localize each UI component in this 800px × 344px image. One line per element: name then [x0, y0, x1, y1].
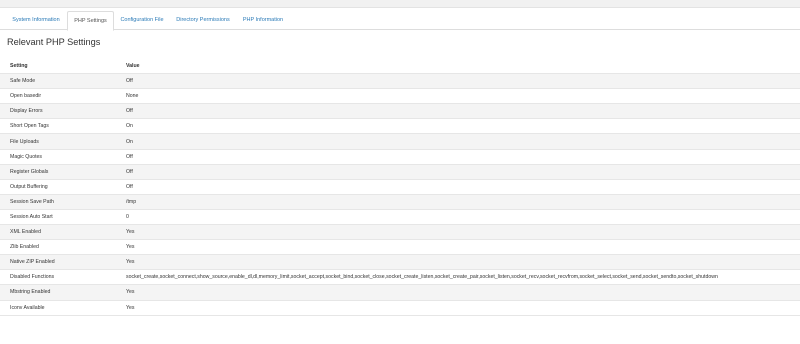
setting-value: On — [126, 133, 800, 150]
tab-php-settings[interactable]: PHP Settings — [67, 11, 114, 31]
setting-value: Off — [126, 163, 800, 180]
table-row: Open basedir None — [0, 88, 800, 104]
setting-value: Yes — [126, 239, 800, 255]
tab-bar: System Information PHP Settings Configur… — [0, 11, 800, 31]
setting-value: /tmp — [126, 193, 800, 210]
column-header-value: Value — [126, 63, 140, 70]
setting-value: Yes — [126, 284, 800, 300]
setting-value: Off — [126, 73, 800, 89]
setting-value: Off — [126, 103, 800, 119]
table-row: Disabled Functions socket_create,socket_… — [0, 269, 800, 285]
setting-value: socket_create,socket_connect,show_source… — [126, 269, 800, 285]
table-row: Magic Quotes Off — [0, 148, 800, 165]
table-row: Output Buffering Off — [0, 178, 800, 195]
page-title: Relevant PHP Settings — [7, 37, 101, 47]
tab-php-information[interactable]: PHP Information — [238, 11, 288, 29]
tab-configuration-file[interactable]: Configuration File — [116, 11, 168, 29]
setting-value: Yes — [126, 254, 800, 270]
table-row: XML Enabled Yes — [0, 224, 800, 240]
table-row: Short Open Tags On — [0, 118, 800, 134]
setting-name: Iconv Available — [0, 299, 126, 316]
setting-name: Mbstring Enabled — [0, 284, 126, 300]
setting-name: Open basedir — [0, 88, 126, 104]
table-row: Session Save Path /tmp — [0, 193, 800, 210]
column-header-setting: Setting — [10, 63, 28, 70]
setting-name: Session Save Path — [0, 193, 126, 210]
table-row: Native ZIP Enabled Yes — [0, 254, 800, 270]
setting-name: Disabled Functions — [0, 269, 126, 285]
setting-name: Zlib Enabled — [0, 239, 126, 255]
setting-name: Magic Quotes — [0, 148, 126, 165]
setting-value: Yes — [126, 224, 800, 240]
top-bar — [0, 0, 800, 8]
setting-name: Session Auto Start — [0, 208, 126, 225]
table-row: Safe Mode Off — [0, 73, 800, 89]
table-header-row: Setting Value — [0, 59, 800, 74]
table-row: Zlib Enabled Yes — [0, 239, 800, 255]
setting-name: Output Buffering — [0, 178, 126, 195]
setting-value: None — [126, 88, 800, 104]
table-row: Display Errors Off — [0, 103, 800, 119]
tab-directory-permissions[interactable]: Directory Permissions — [172, 11, 234, 29]
table-row: Iconv Available Yes — [0, 299, 800, 316]
setting-name: Register Globals — [0, 163, 126, 180]
setting-name: Short Open Tags — [0, 118, 126, 134]
setting-name: XML Enabled — [0, 224, 126, 240]
setting-value: Off — [126, 178, 800, 195]
setting-name: File Uploads — [0, 133, 126, 150]
table-row: Session Auto Start 0 — [0, 208, 800, 225]
table-row: File Uploads On — [0, 133, 800, 150]
table-row: Mbstring Enabled Yes — [0, 284, 800, 300]
setting-value: Off — [126, 148, 800, 165]
setting-name: Native ZIP Enabled — [0, 254, 126, 270]
tab-system-information[interactable]: System Information — [9, 11, 63, 29]
table-row: Register Globals Off — [0, 163, 800, 180]
settings-table: Setting Value Safe Mode Off Open basedir… — [0, 59, 800, 316]
setting-name: Display Errors — [0, 103, 126, 119]
setting-value: 0 — [126, 208, 800, 225]
setting-value: On — [126, 118, 800, 134]
setting-value: Yes — [126, 299, 800, 316]
setting-name: Safe Mode — [0, 73, 126, 89]
